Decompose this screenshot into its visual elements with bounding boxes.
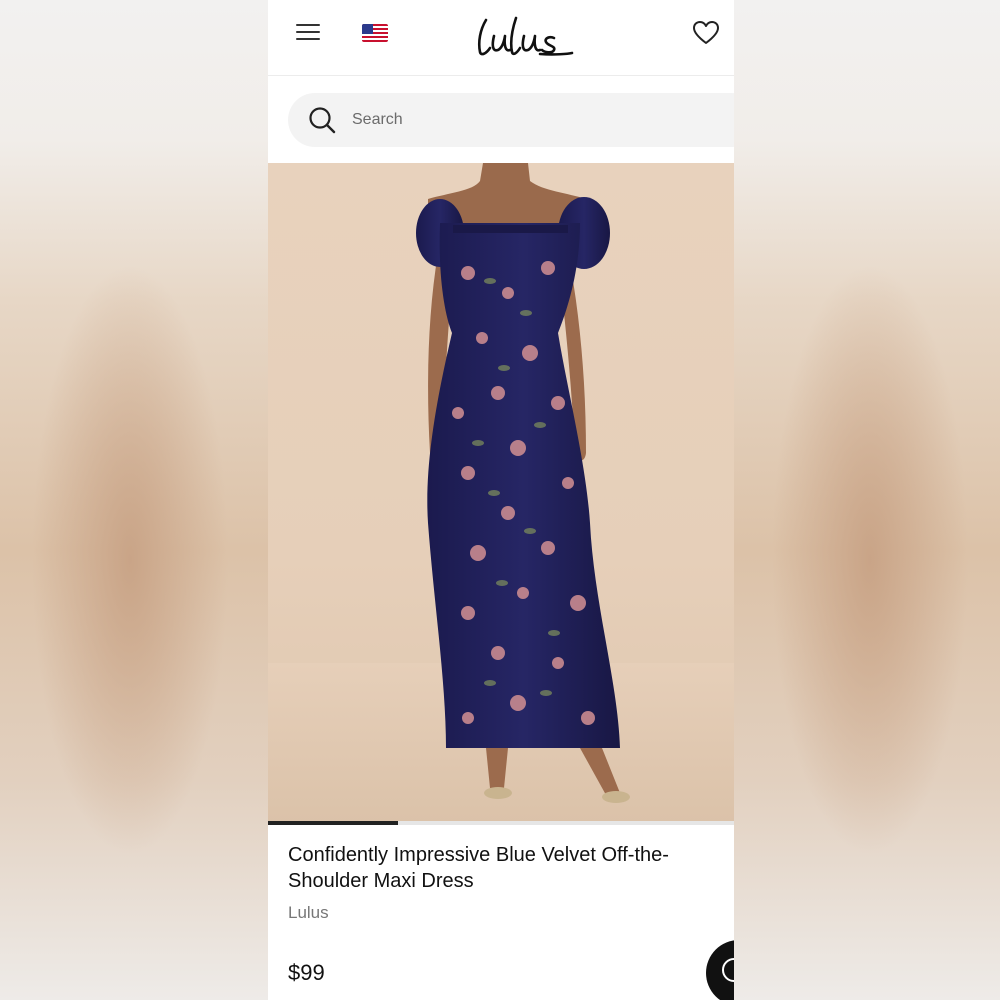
lulus-logo[interactable] (468, 8, 588, 64)
chat-button[interactable] (706, 940, 734, 1000)
gallery-progress-fill (268, 821, 399, 825)
heart-icon[interactable] (692, 20, 720, 46)
top-navigation-bar (268, 0, 734, 76)
us-flag-icon[interactable] (362, 24, 388, 42)
product-price: $99 (288, 960, 325, 985)
chat-icon (722, 958, 734, 982)
search-input[interactable] (352, 107, 652, 133)
hamburger-menu-icon[interactable] (296, 22, 322, 42)
product-image[interactable] (268, 163, 734, 823)
gallery-progress-bar (268, 821, 734, 825)
mobile-screen: Confidently Impressive Blue Velvet Off-t… (268, 0, 734, 1000)
search-bar[interactable] (288, 93, 734, 147)
product-brand[interactable]: Lulus (288, 903, 329, 923)
dress-photo (268, 163, 734, 823)
product-title: Confidently Impressive Blue Velvet Off-t… (288, 844, 669, 892)
search-icon[interactable] (308, 106, 336, 134)
